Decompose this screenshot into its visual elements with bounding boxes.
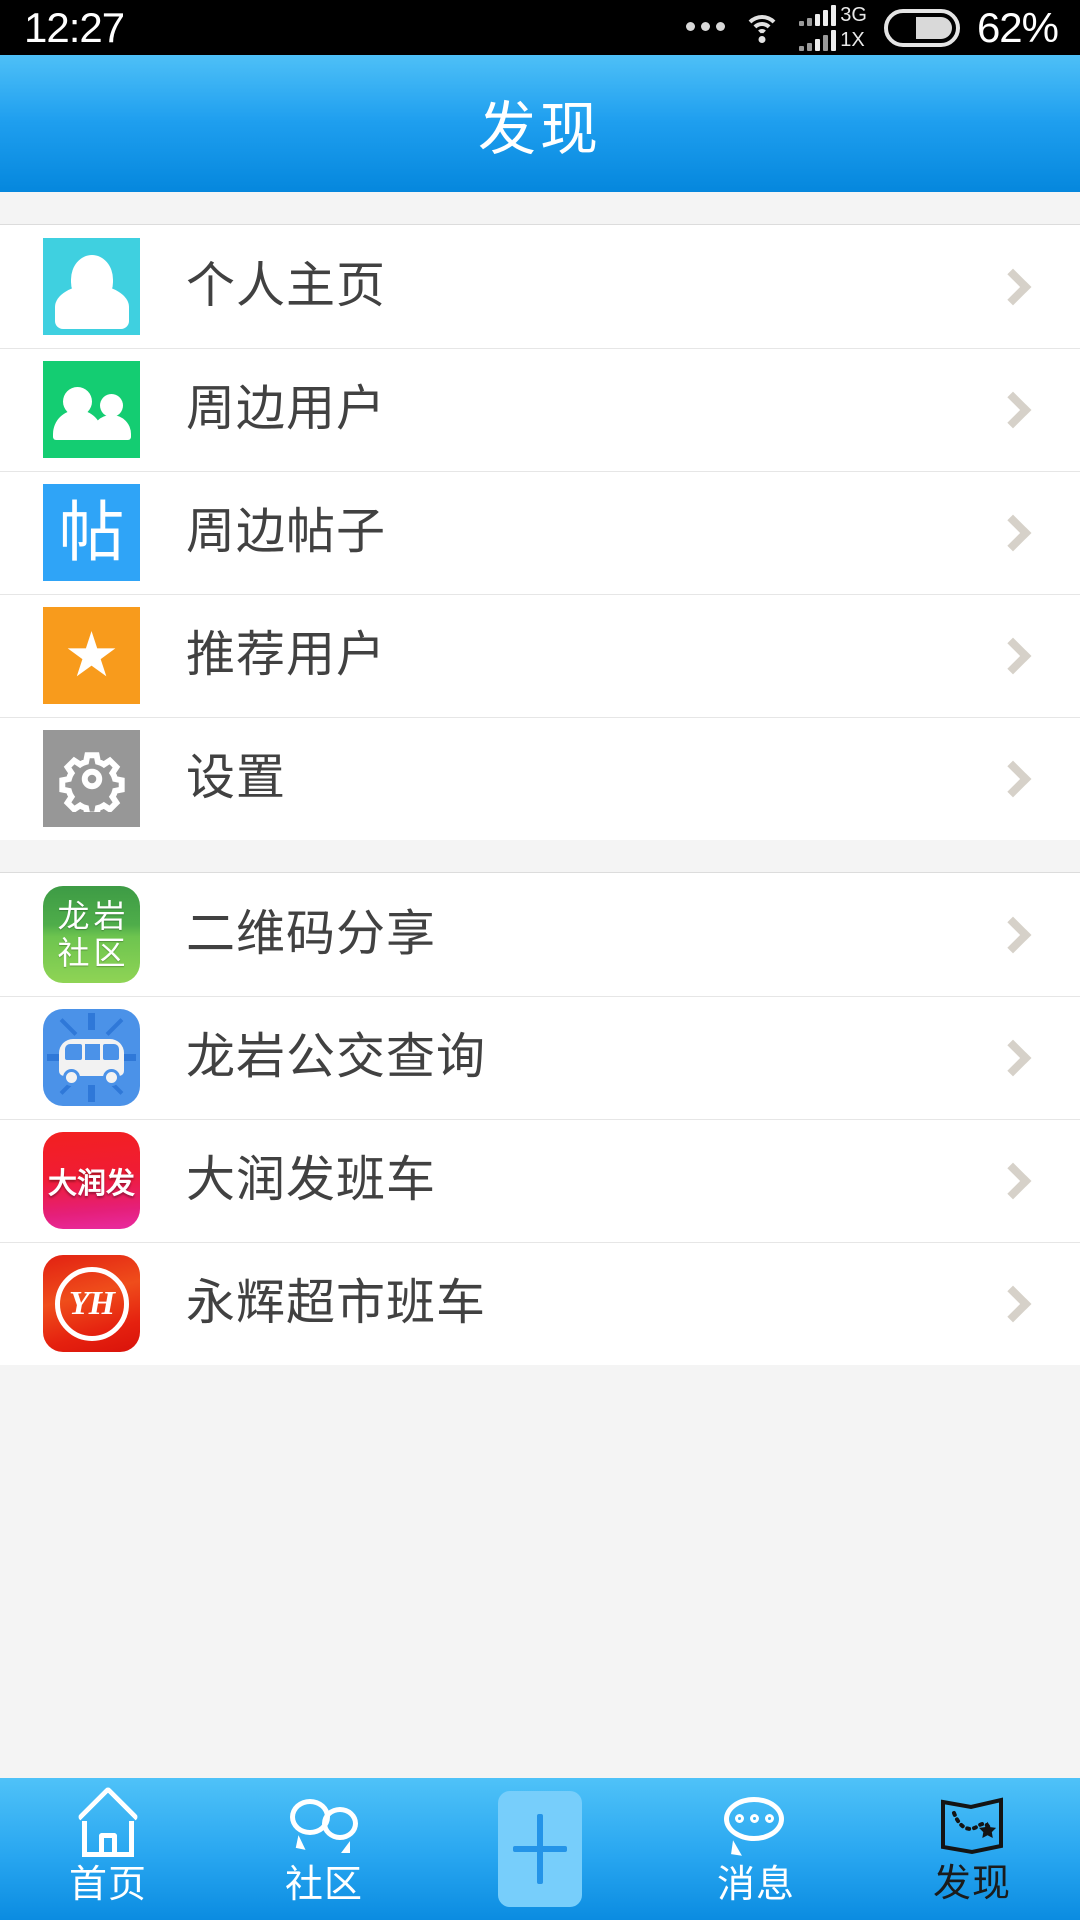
chevron-right-icon — [994, 760, 1032, 797]
tab-community[interactable]: 社区 — [216, 1778, 432, 1920]
section-gap-top — [0, 192, 1080, 225]
list-item-label: 个人主页 — [186, 259, 387, 313]
status-bar: 12:27 3G 1X 62% — [0, 0, 1080, 55]
person-avatar-icon — [43, 238, 140, 335]
list-group-primary: 个人主页 周边用户 帖 周边帖子 ★ 推荐用户 设置 — [0, 225, 1080, 840]
list-item-personal-home[interactable]: 个人主页 — [0, 225, 1080, 348]
tab-home[interactable]: 首页 — [0, 1778, 216, 1920]
network-type-bottom: 1X — [840, 28, 865, 51]
chevron-right-icon — [994, 514, 1032, 551]
chevron-right-icon — [994, 391, 1032, 428]
tab-label: 首页 — [68, 1863, 147, 1906]
list-item-label: 周边帖子 — [186, 505, 387, 559]
tab-messages[interactable]: 消息 — [648, 1778, 864, 1920]
list-item-nearby-users[interactable]: 周边用户 — [0, 348, 1080, 471]
message-bubble-icon — [720, 1795, 792, 1857]
list-group-services: 龙岩社区 二维码分享 龙岩公交查询 大润发 大润发班车 YH 永辉超市班车 — [0, 873, 1080, 1365]
yonghui-app-icon: YH — [43, 1255, 140, 1352]
app-icon-text: 大润发 — [47, 1165, 135, 1200]
list-item-nearby-posts[interactable]: 帖 周边帖子 — [0, 471, 1080, 594]
more-dots-icon — [686, 21, 726, 34]
post-glyph-icon: 帖 — [43, 484, 140, 581]
two-users-icon — [43, 361, 140, 458]
list-item-label: 二维码分享 — [186, 907, 437, 961]
list-item-label: 永辉超市班车 — [186, 1276, 487, 1330]
list-item-label: 设置 — [186, 751, 287, 805]
app-icon-text: YH — [68, 1284, 115, 1322]
wifi-icon — [742, 13, 782, 43]
tab-label: 社区 — [284, 1863, 363, 1906]
empty-area — [0, 1365, 1080, 1523]
list-item-recommended-users[interactable]: ★ 推荐用户 — [0, 594, 1080, 717]
chat-bubbles-icon — [288, 1795, 360, 1857]
tab-discover[interactable]: 发现 — [864, 1778, 1080, 1920]
network-type-top: 3G — [840, 3, 867, 26]
bottom-tab-bar: 首页 社区 消息 发现 — [0, 1778, 1080, 1920]
app-icon-text: 龙岩社区 — [57, 897, 126, 972]
list-item-settings[interactable]: 设置 — [0, 717, 1080, 840]
chevron-right-icon — [994, 268, 1032, 305]
chevron-right-icon — [994, 1162, 1032, 1199]
list-item-bus-query[interactable]: 龙岩公交查询 — [0, 996, 1080, 1119]
rt-mart-app-icon: 大润发 — [43, 1132, 140, 1229]
gear-icon — [43, 730, 140, 827]
list-item-qr-share[interactable]: 龙岩社区 二维码分享 — [0, 873, 1080, 996]
post-glyph-text: 帖 — [58, 493, 125, 571]
status-bar-indicators: 3G 1X 62% — [686, 3, 1059, 51]
chevron-right-icon — [994, 916, 1032, 953]
star-glyph: ★ — [63, 620, 120, 690]
map-star-icon — [940, 1796, 1004, 1856]
longyan-community-app-icon: 龙岩社区 — [43, 886, 140, 983]
home-icon — [72, 1785, 144, 1857]
list-item-label: 周边用户 — [186, 382, 387, 436]
list-item-label: 龙岩公交查询 — [186, 1030, 487, 1084]
list-item-label: 大润发班车 — [186, 1153, 437, 1207]
list-item-yonghui-shuttle[interactable]: YH 永辉超市班车 — [0, 1242, 1080, 1365]
section-gap-middle — [0, 840, 1080, 873]
status-bar-time: 12:27 — [24, 3, 125, 51]
list-item-label: 推荐用户 — [186, 628, 387, 682]
tab-label: 消息 — [716, 1863, 795, 1906]
star-icon: ★ — [43, 607, 140, 704]
app-screen: 12:27 3G 1X 62% 发现 个人主页 周边用户 帖 周边帖子 ★ 推荐… — [0, 0, 1080, 1920]
tab-label: 发现 — [932, 1862, 1011, 1905]
page-title: 发现 — [477, 96, 602, 162]
bus-icon — [43, 1009, 140, 1106]
list-item-rt-mart-shuttle[interactable]: 大润发 大润发班车 — [0, 1119, 1080, 1242]
tab-compose[interactable] — [432, 1778, 648, 1920]
signal-bars-icon: 3G 1X — [799, 3, 867, 51]
battery-icon — [883, 8, 960, 47]
chevron-right-icon — [994, 1039, 1032, 1076]
battery-percent: 62% — [976, 3, 1059, 51]
plus-icon — [498, 1791, 582, 1907]
chevron-right-icon — [994, 637, 1032, 674]
chevron-right-icon — [994, 1285, 1032, 1322]
page-header: 发现 — [0, 55, 1080, 192]
